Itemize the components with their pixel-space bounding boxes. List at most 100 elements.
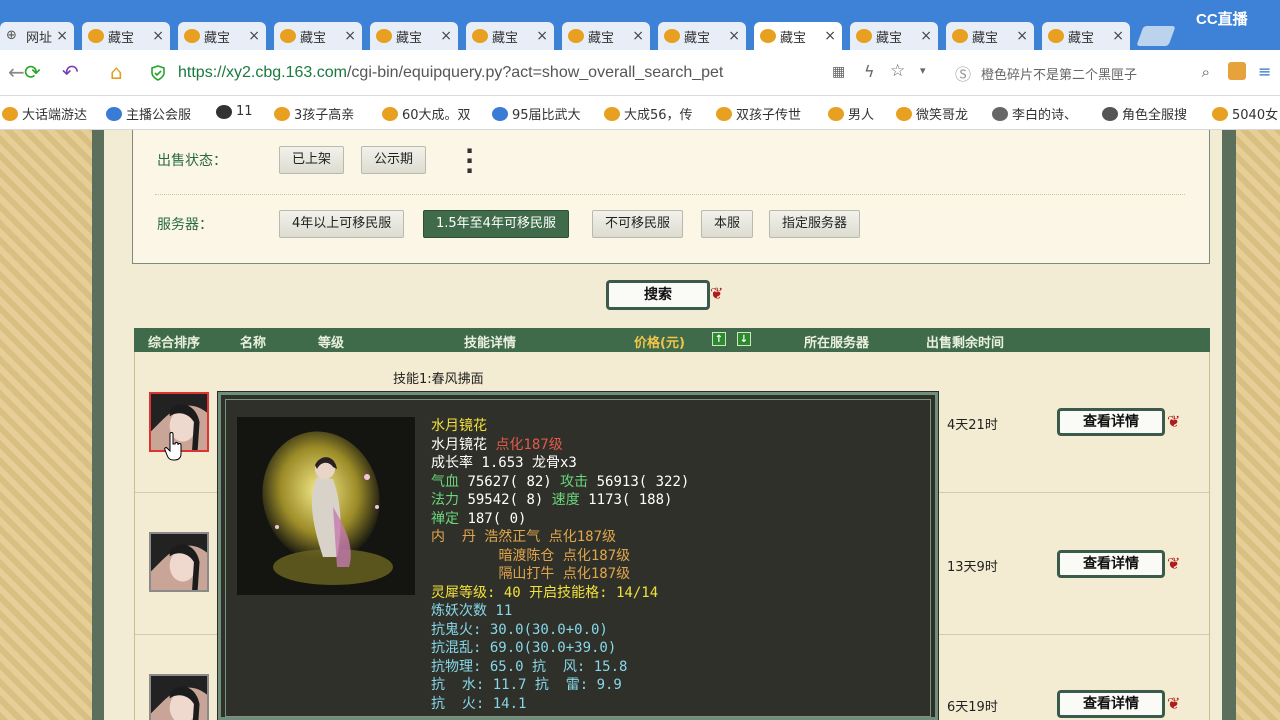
- bookmark-item[interactable]: 3孩子高亲: [274, 104, 354, 123]
- bookmark-item[interactable]: 大成56，传: [604, 104, 693, 123]
- atk-label: 攻击: [560, 473, 589, 490]
- pet-name-secondary: 水月镜花: [431, 436, 487, 453]
- pet-avatar[interactable]: [149, 674, 209, 720]
- browser-tab-strip: ⊕ 网址 × 藏宝 × 藏宝 × 藏宝 × 藏宝 × 藏宝 × 藏宝 × 藏宝 × 藏宝 × 藏宝 × 藏宝 × 藏宝 × CC…: [0, 0, 1280, 50]
- more-options-icon[interactable]: · · ·: [465, 139, 474, 183]
- home-icon[interactable]: ⌂: [110, 60, 123, 84]
- close-icon[interactable]: ×: [920, 28, 932, 44]
- spd-label: 速度: [551, 492, 580, 508]
- left-decoration: [0, 130, 92, 720]
- browser-tab[interactable]: 藏宝 ×: [754, 22, 842, 50]
- undo-icon[interactable]: ↶: [62, 60, 79, 84]
- bookmark-item[interactable]: 男人: [828, 104, 874, 123]
- menu-icon[interactable]: ≡: [1258, 62, 1271, 81]
- bookmark-item[interactable]: 主播公会服: [106, 104, 191, 123]
- hp-label: 气血: [431, 473, 459, 490]
- close-icon[interactable]: ×: [440, 28, 452, 44]
- neidan-item: 暗渡陈仓 点化187级: [498, 547, 631, 564]
- right-border: [1222, 130, 1236, 720]
- browser-tab[interactable]: 藏宝 ×: [274, 22, 362, 50]
- browser-tab[interactable]: 藏宝 ×: [370, 22, 458, 50]
- header-skills: 技能详情: [464, 336, 517, 351]
- close-icon[interactable]: ×: [152, 28, 164, 44]
- bookmark-favicon-icon: [896, 106, 912, 121]
- sort-asc-icon[interactable]: ↑: [712, 332, 726, 346]
- close-icon[interactable]: ×: [1016, 28, 1028, 44]
- hand-cursor-icon: [164, 432, 182, 461]
- view-detail-button[interactable]: 查看详情: [1057, 550, 1165, 578]
- secure-shield-icon: [151, 65, 165, 81]
- results-table-header: 综合排序 名称 等级 技能详情 价格(元) ↑ ↓ 所在服务器 出售剩余时间: [134, 328, 1210, 352]
- bookmark-item[interactable]: 95届比武大: [492, 104, 581, 123]
- resist-physical-wind: 抗物理: 65.0 抗 风: 15.8: [431, 658, 628, 675]
- bookmark-favicon-icon: [604, 106, 620, 121]
- close-icon[interactable]: ×: [536, 28, 548, 44]
- close-icon[interactable]: ×: [1112, 28, 1124, 44]
- bookmark-item[interactable]: 李白的诗、: [992, 104, 1077, 123]
- focus-label: 禅定: [431, 510, 459, 527]
- pet-rank-tag: 点化187级: [495, 436, 563, 453]
- globe-icon: ⊕: [6, 28, 17, 43]
- dropdown-icon[interactable]: ▾: [920, 64, 926, 77]
- server-option-1-5yr[interactable]: 1.5年至4年可移民服: [423, 210, 569, 238]
- browser-tab-title: 藏宝: [108, 30, 135, 46]
- search-icon[interactable]: ⌕: [1202, 63, 1210, 81]
- search-button[interactable]: 搜索: [606, 280, 710, 310]
- status-option-public[interactable]: 公示期: [361, 146, 427, 174]
- view-detail-button[interactable]: 查看详情: [1057, 690, 1165, 718]
- new-tab-button[interactable]: [1136, 26, 1176, 46]
- server-option-specify[interactable]: 指定服务器: [769, 210, 861, 238]
- bookmark-item[interactable]: 5040女: [1212, 104, 1278, 123]
- browser-tab[interactable]: 藏宝 ×: [178, 22, 266, 50]
- url-path: /cgi-bin/equipquery.py?act=show_overall_…: [346, 64, 724, 81]
- qr-icon[interactable]: ▦: [832, 64, 845, 80]
- close-icon[interactable]: ×: [632, 28, 644, 44]
- bookmark-item[interactable]: 60大成。双: [382, 104, 471, 123]
- back-icon[interactable]: ←: [8, 60, 25, 84]
- close-icon[interactable]: ×: [56, 28, 68, 44]
- bookmark-label: 5040女: [1232, 108, 1279, 123]
- browser-tab[interactable]: 藏宝 ×: [1042, 22, 1130, 50]
- bookmark-item[interactable]: 双孩子传世: [716, 104, 801, 123]
- view-detail-button[interactable]: 查看详情: [1057, 408, 1165, 436]
- browser-tab[interactable]: ⊕ 网址 ×: [0, 22, 74, 50]
- browser-tab[interactable]: 藏宝 ×: [466, 22, 554, 50]
- browser-tab[interactable]: 藏宝 ×: [562, 22, 650, 50]
- close-icon[interactable]: ×: [248, 28, 260, 44]
- bookmark-item[interactable]: 大话端游达: [2, 104, 87, 123]
- server-option-4yr[interactable]: 4年以上可移民服: [279, 210, 405, 238]
- header-name: 名称: [240, 336, 267, 351]
- ribbon-icon: ❦: [1167, 412, 1181, 431]
- star-icon[interactable]: ☆: [890, 61, 905, 81]
- search-input[interactable]: Ⓢ 橙色碎片不是第二个黑匣子 ⌕: [955, 59, 1210, 87]
- close-icon[interactable]: ×: [344, 28, 356, 44]
- bookmark-item[interactable]: 11: [216, 104, 253, 119]
- sort-desc-icon[interactable]: ↓: [737, 332, 751, 346]
- left-border: [92, 130, 104, 720]
- header-sort[interactable]: 综合排序: [148, 332, 200, 351]
- url-field[interactable]: https://xy2.cbg.163.com/cgi-bin/equipque…: [150, 59, 940, 87]
- server-option-no-migrate[interactable]: 不可移民服: [592, 210, 684, 238]
- browser-tab-title: 藏宝: [684, 30, 711, 46]
- close-icon[interactable]: ×: [728, 28, 740, 44]
- header-price[interactable]: 价格(元): [634, 332, 685, 351]
- bookmark-favicon-icon: [216, 104, 232, 119]
- bookmark-favicon-icon: [716, 106, 732, 121]
- bookmark-label: 大话端游达: [22, 108, 88, 123]
- browser-tab[interactable]: 藏宝 ×: [658, 22, 746, 50]
- browser-tab-title: 藏宝: [204, 30, 231, 46]
- extension-icon[interactable]: [1228, 62, 1246, 80]
- browser-tab-title: 藏宝: [300, 30, 327, 46]
- refresh-icon[interactable]: ⟳: [24, 60, 41, 84]
- lightning-icon[interactable]: ϟ: [864, 62, 875, 81]
- server-option-this[interactable]: 本服: [701, 210, 754, 238]
- pet-avatar[interactable]: [149, 532, 209, 592]
- header-server: 所在服务器: [804, 336, 870, 351]
- browser-tab[interactable]: 藏宝 ×: [850, 22, 938, 50]
- close-icon[interactable]: ×: [824, 28, 836, 44]
- status-option-listed[interactable]: 已上架: [279, 146, 345, 174]
- browser-tab[interactable]: 藏宝 ×: [946, 22, 1034, 50]
- bookmark-item[interactable]: 微笑哥龙: [896, 104, 968, 123]
- browser-tab[interactable]: 藏宝 ×: [82, 22, 170, 50]
- bookmark-item[interactable]: 角色全服搜: [1102, 104, 1187, 123]
